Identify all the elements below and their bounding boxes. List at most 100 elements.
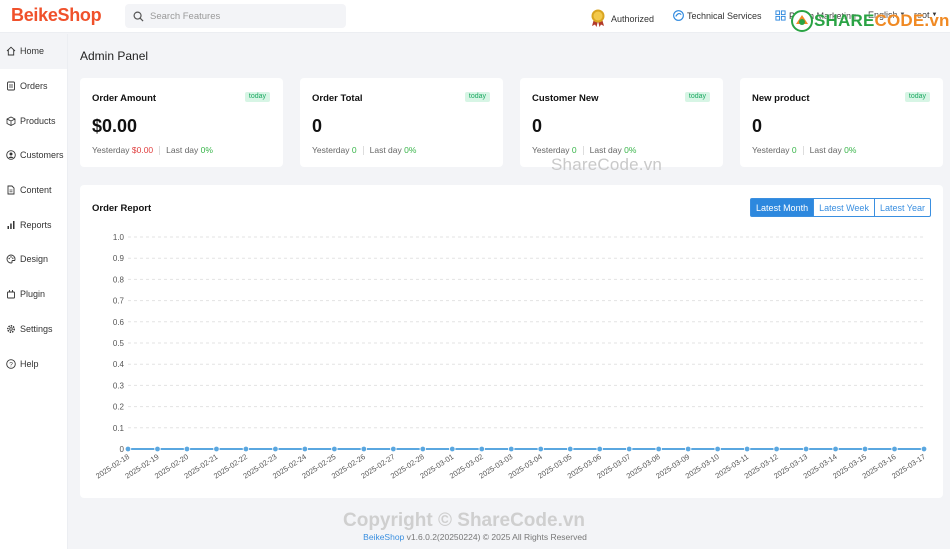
yesterday-value: 0 xyxy=(571,145,577,155)
stat-card-order-total: Order Total today 0 Yesterday 0 Last day… xyxy=(300,78,503,167)
user-icon xyxy=(6,150,16,161)
y-tick-label: 0.9 xyxy=(113,254,125,263)
plugin-marketing-icon xyxy=(775,10,786,21)
data-point xyxy=(360,445,368,453)
sidebar-item-reports[interactable]: Reports xyxy=(0,207,67,242)
page-title: Admin Panel xyxy=(80,49,149,63)
sidebar-item-settings[interactable]: Settings xyxy=(0,312,67,347)
footer: BeikeShop v1.6.0.2(20250224) © 2025 All … xyxy=(0,532,950,542)
yesterday-label: Yesterday xyxy=(312,145,350,155)
gear-icon xyxy=(7,324,15,333)
data-point xyxy=(508,445,515,453)
sharecode-watermark-mid: ShareCode.vn xyxy=(551,155,663,174)
data-point xyxy=(449,445,456,453)
sharecode-logo-icon xyxy=(791,10,813,32)
divider xyxy=(582,145,584,155)
technical-services-link[interactable]: Technical Services xyxy=(673,10,762,21)
search-box[interactable] xyxy=(125,4,346,28)
y-tick-label: 0.3 xyxy=(113,381,125,390)
data-point xyxy=(537,445,544,453)
technical-services-label: Technical Services xyxy=(687,10,762,21)
card-footer: Yesterday $0.00 Last day 0% xyxy=(92,145,213,155)
today-badge: today xyxy=(464,92,490,102)
lastday-value: 0% xyxy=(200,145,213,155)
svg-text:?: ? xyxy=(9,361,13,368)
sidebar-item-label: Help xyxy=(20,358,39,369)
authorized-link[interactable]: Authorized xyxy=(590,9,654,28)
lastday-value: 0% xyxy=(624,145,637,155)
sidebar-item-label: Customers xyxy=(20,150,64,161)
footer-text: v1.6.0.2(20250224) © 2025 All Rights Res… xyxy=(406,532,587,542)
sharecode-watermark: SHARECODE.vn xyxy=(790,10,950,32)
data-point xyxy=(242,445,250,453)
sidebar-item-label: Content xyxy=(20,185,52,196)
y-tick-label: 0.4 xyxy=(113,360,125,369)
card-value: 0 xyxy=(532,116,543,136)
plugin-icon xyxy=(7,290,15,299)
sharecode-watermark-text: SHARECODE.vn xyxy=(814,11,950,30)
today-badge: today xyxy=(904,92,930,102)
medal-icon xyxy=(591,9,605,27)
data-point xyxy=(832,445,839,453)
y-tick-label: 0.8 xyxy=(113,275,125,284)
divider xyxy=(802,145,804,155)
footer-brand-link[interactable]: BeikeShop xyxy=(363,532,404,542)
lastday-label: Last day xyxy=(369,145,402,155)
data-point xyxy=(183,445,191,453)
card-title: Customer New xyxy=(532,93,599,104)
data-point xyxy=(213,445,220,453)
data-point xyxy=(419,445,427,453)
sidebar-item-label: Reports xyxy=(20,219,52,230)
data-point xyxy=(802,445,810,453)
sidebar: Home Orders Products Customers Content R… xyxy=(0,34,68,549)
help-icon: ? xyxy=(6,358,16,369)
data-point xyxy=(154,445,161,453)
card-value: 0 xyxy=(312,116,323,136)
data-point xyxy=(861,445,869,453)
data-point xyxy=(301,445,309,453)
y-tick-label: 0.2 xyxy=(113,403,125,412)
sidebar-item-content[interactable]: Content xyxy=(0,173,67,208)
sidebar-item-design[interactable]: Design xyxy=(0,242,67,277)
sidebar-item-customers[interactable]: Customers xyxy=(0,138,67,173)
stat-card-customer-new: Customer New today 0 Yesterday 0 Last da… xyxy=(520,78,723,167)
sidebar-item-label: Plugin xyxy=(20,289,46,300)
yesterday-label: Yesterday xyxy=(532,145,570,155)
stat-card-new-product: New product today 0 Yesterday 0 Last day… xyxy=(740,78,943,167)
data-point xyxy=(124,445,132,453)
data-point xyxy=(567,445,574,453)
search-input[interactable] xyxy=(150,10,330,22)
sidebar-item-orders[interactable]: Orders xyxy=(0,69,67,104)
sidebar-item-home[interactable]: Home xyxy=(0,34,67,69)
y-tick-label: 0.5 xyxy=(113,339,125,348)
sidebar-item-label: Design xyxy=(20,254,49,265)
y-tick-label: 0.7 xyxy=(113,297,125,306)
yesterday-label: Yesterday xyxy=(752,145,790,155)
sidebar-item-plugin[interactable]: Plugin xyxy=(0,277,67,312)
logo[interactable]: BeikeShop xyxy=(11,5,102,26)
yesterday-value: 0 xyxy=(791,145,797,155)
top-header: BeikeShop Authorized Technical Services … xyxy=(0,0,950,33)
home-icon xyxy=(6,46,16,56)
lastday-value: 0% xyxy=(844,145,857,155)
data-point xyxy=(272,445,279,453)
file-icon xyxy=(7,185,15,195)
sidebar-item-label: Settings xyxy=(20,323,53,334)
sidebar-item-help[interactable]: ? Help xyxy=(0,346,67,381)
data-point xyxy=(714,445,721,453)
sidebar-item-products[interactable]: Products xyxy=(0,103,67,138)
technical-services-icon xyxy=(673,10,684,21)
card-footer: Yesterday 0 Last day 0% xyxy=(752,145,856,155)
card-footer: Yesterday 0 Last day 0% xyxy=(312,145,416,155)
divider xyxy=(362,145,364,155)
lastday-label: Last day xyxy=(166,145,199,155)
yesterday-value: $0.00 xyxy=(131,145,154,155)
search-icon xyxy=(133,11,144,22)
order-report-chart: 00.10.20.30.40.50.60.70.80.91.02025-02-1… xyxy=(94,233,928,481)
sidebar-item-label: Orders xyxy=(20,81,48,92)
card-value: 0 xyxy=(752,116,763,136)
sidebar-item-label: Products xyxy=(20,115,56,126)
data-point xyxy=(773,445,780,453)
data-point xyxy=(743,445,751,453)
today-badge: today xyxy=(684,92,710,102)
